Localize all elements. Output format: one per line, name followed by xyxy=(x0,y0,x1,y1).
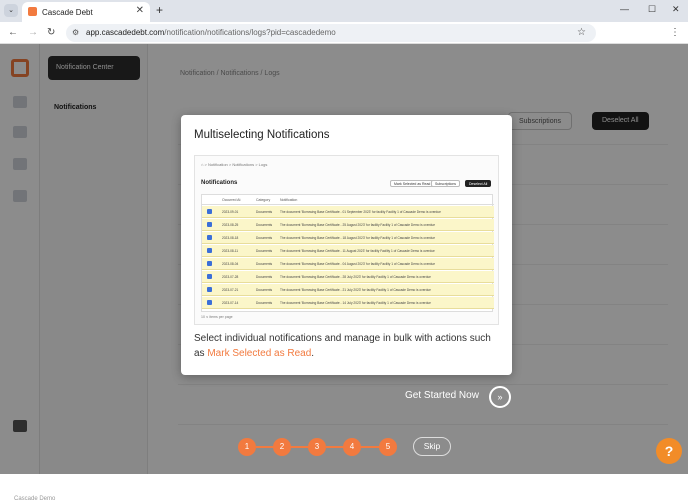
preview-date: 2023-08-18 xyxy=(222,236,239,240)
browser-tab[interactable]: Cascade Debt ✕ xyxy=(22,2,150,22)
preview-text: The document 'Borrowing Base Certificate… xyxy=(280,236,435,240)
preview-table-header: Occurred At Category Notification xyxy=(202,195,494,205)
skip-button[interactable]: Skip xyxy=(413,437,451,456)
preview-text: The document 'Borrowing Base Certificate… xyxy=(280,249,435,253)
preview-category: Documents xyxy=(256,223,273,227)
preview-title: Notifications xyxy=(201,180,238,186)
close-tab-icon[interactable]: ✕ xyxy=(136,5,144,16)
description-highlight: Mark Selected as Read xyxy=(207,348,312,359)
preview-table-row: 2023-08-04 Documents The document 'Borrowi… xyxy=(202,258,494,270)
preview-col: Notification xyxy=(280,198,298,202)
org-switcher[interactable]: Cascade Demo xyxy=(14,496,55,502)
preview-date: 2023-07-28 xyxy=(222,275,239,279)
description-suffix: . xyxy=(311,348,315,359)
step-3[interactable]: 3 xyxy=(308,438,326,456)
modal-title: Multiselecting Notifications xyxy=(194,129,330,141)
preview-col: Category xyxy=(256,198,271,202)
preview-table-row: 2023-09-01 Documents The document 'Borrowi… xyxy=(202,206,494,218)
preview-mark-button: Mark Selected as Read xyxy=(390,180,435,187)
address-bar-row: ← → ↻ ⚙ app.cascadedebt.com/notification… xyxy=(0,22,688,44)
step-1[interactable]: 1 xyxy=(238,438,256,456)
preview-table-row: 2023-08-18 Documents The document 'Borrowi… xyxy=(202,232,494,244)
preview-table-row: 2023-07-28 Documents The document 'Borrowi… xyxy=(202,271,494,283)
step-4[interactable]: 4 xyxy=(343,438,361,456)
back-icon[interactable]: ← xyxy=(8,27,18,38)
minimize-icon[interactable]: — xyxy=(620,4,629,14)
get-started-label[interactable]: Get Started Now xyxy=(405,390,479,401)
preview-checkbox-icon xyxy=(207,274,212,279)
bookmark-star-icon[interactable]: ☆ xyxy=(577,24,586,42)
preview-date: 2023-08-04 xyxy=(222,262,239,266)
preview-deselect-button: Deselect All xyxy=(465,180,492,187)
tour-modal: Multiselecting Notifications ⌂ > Notific… xyxy=(181,115,512,375)
favicon-icon xyxy=(28,7,37,16)
forward-icon[interactable]: → xyxy=(28,27,38,38)
preview-checkbox-icon xyxy=(207,300,212,305)
preview-checkbox-icon xyxy=(207,222,212,227)
preview-date: 2023-09-01 xyxy=(222,210,239,214)
preview-category: Documents xyxy=(256,288,273,292)
browser-menu-icon[interactable]: ⋮ xyxy=(670,27,680,38)
preview-date: 2023-07-21 xyxy=(222,288,239,292)
preview-text: The document 'Borrowing Base Certificate… xyxy=(280,262,435,266)
site-info-icon[interactable]: ⚙ xyxy=(72,24,79,42)
modal-description: Select individual notifications and mana… xyxy=(194,331,504,361)
close-window-icon[interactable]: ✕ xyxy=(672,4,680,15)
preview-screenshot: ⌂ > Notification > Notifications > Logs … xyxy=(194,155,499,325)
step-connector xyxy=(361,446,381,448)
preview-table-row: 2023-07-21 Documents The document 'Borrowi… xyxy=(202,284,494,296)
preview-category: Documents xyxy=(256,275,273,279)
preview-checkbox-icon xyxy=(207,287,212,292)
preview-checkbox-icon xyxy=(207,235,212,240)
reload-icon[interactable]: ↻ xyxy=(47,27,55,38)
preview-table-row: 2023-08-25 Documents The document 'Borrowi… xyxy=(202,219,494,231)
preview-breadcrumb: ⌂ > Notification > Notifications > Logs xyxy=(201,162,268,167)
preview-category: Documents xyxy=(256,236,273,240)
preview-text: The document 'Borrowing Base Certificate… xyxy=(280,288,431,292)
preview-footer: 10 ∨ items per page xyxy=(201,315,233,319)
tab-search-icon[interactable]: ⌄ xyxy=(4,4,18,17)
tab-title: Cascade Debt xyxy=(42,7,93,17)
preview-col: Occurred At xyxy=(222,198,241,202)
preview-date: 2023-08-11 xyxy=(222,249,239,253)
help-button[interactable]: ? xyxy=(656,438,682,464)
preview-table-row: 2023-08-11 Documents The document 'Borrowi… xyxy=(202,245,494,257)
preview-category: Documents xyxy=(256,301,273,305)
preview-checkbox-icon xyxy=(207,248,212,253)
next-arrow-icon[interactable]: » xyxy=(489,386,511,408)
url-input[interactable]: ⚙ app.cascadedebt.com/notification/notif… xyxy=(66,24,596,42)
maximize-icon[interactable]: ☐ xyxy=(648,4,656,15)
url-host: app.cascadedebt.com xyxy=(86,28,165,37)
preview-table: Occurred At Category Notification 2023-0… xyxy=(201,194,494,312)
browser-tabstrip: ⌄ Cascade Debt ✕ + — ☐ ✕ xyxy=(0,0,688,22)
preview-checkbox-icon xyxy=(207,209,212,214)
preview-category: Documents xyxy=(256,249,273,253)
preview-table-row: 2023-07-14 Documents The document 'Borrowi… xyxy=(202,297,494,309)
preview-text: The document 'Borrowing Base Certificate… xyxy=(280,210,441,214)
preview-subscriptions-button: Subscriptions xyxy=(431,180,461,187)
step-2[interactable]: 2 xyxy=(273,438,291,456)
preview-checkbox-icon xyxy=(207,261,212,266)
preview-category: Documents xyxy=(256,262,273,266)
preview-category: Documents xyxy=(256,210,273,214)
preview-text: The document 'Borrowing Base Certificate… xyxy=(280,275,431,279)
new-tab-icon[interactable]: + xyxy=(156,3,163,17)
preview-text: The document 'Borrowing Base Certificate… xyxy=(280,301,431,305)
preview-date: 2023-07-14 xyxy=(222,301,239,305)
step-5[interactable]: 5 xyxy=(379,438,397,456)
preview-text: The document 'Borrowing Base Certificate… xyxy=(280,223,435,227)
preview-date: 2023-08-25 xyxy=(222,223,239,227)
url-path: /notification/notifications/logs?pid=cas… xyxy=(164,28,336,37)
